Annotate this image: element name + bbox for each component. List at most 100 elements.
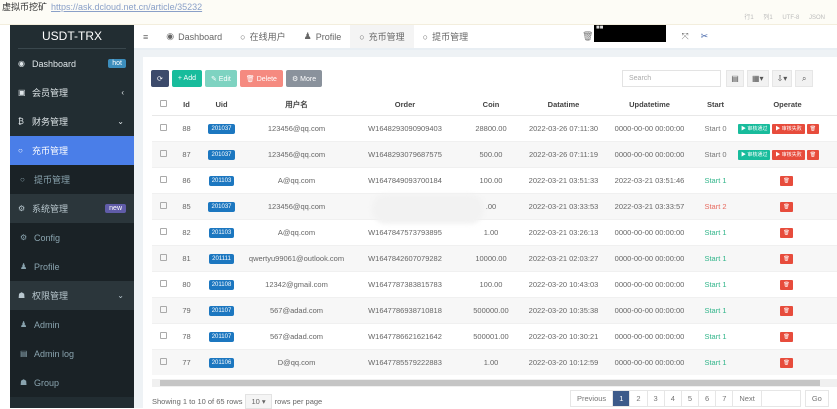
row-checkbox[interactable]	[159, 253, 167, 261]
updatetime-cell: 0000-00-00 00:00:00	[606, 270, 693, 297]
trash-icon[interactable]: 🗑	[582, 31, 593, 41]
circle-icon: ○	[18, 146, 23, 155]
row-checkbox[interactable]	[159, 305, 167, 313]
delete-row-button[interactable]: 🗑	[806, 123, 820, 134]
delete-row-button[interactable]: 🗑	[780, 357, 793, 368]
search-input[interactable]: Search	[622, 70, 721, 87]
user-cell: 12342@gmail.com	[244, 270, 349, 297]
search-button[interactable]: ⌕	[795, 70, 814, 87]
uid-badge[interactable]: 201103	[208, 175, 235, 186]
go-button[interactable]: Go	[804, 390, 829, 407]
reject-button[interactable]: ▶ 审核失败	[772, 123, 805, 134]
export-button[interactable]: ⇩▾	[771, 70, 793, 87]
column-header[interactable]: Start	[693, 95, 738, 116]
column-header[interactable]: Id	[174, 95, 199, 116]
status-cell: Start 1	[693, 296, 738, 323]
delete-row-button[interactable]: 🗑	[780, 279, 793, 290]
sidebar-item-2[interactable]: ₿ 财务管理 ⌄	[10, 107, 134, 136]
add-button[interactable]: + Add	[171, 70, 202, 87]
more-button[interactable]: ⚙ More	[285, 70, 323, 87]
page-size-select[interactable]: 10 ▾	[245, 394, 272, 409]
page-7[interactable]: 7	[715, 390, 734, 407]
edit-button[interactable]: ✎ Edit	[204, 70, 237, 87]
uid-badge[interactable]: 201037	[208, 149, 235, 160]
status-cell: Start 1	[693, 270, 738, 297]
uid-badge[interactable]: 201037	[208, 201, 235, 212]
horizontal-scrollbar[interactable]	[152, 379, 837, 387]
approve-button[interactable]: ▶ 审核通过	[738, 149, 771, 160]
sidebar-item-5[interactable]: ⚙ 系统管理 new	[10, 194, 134, 223]
select-all-checkbox[interactable]	[159, 100, 167, 108]
uid-badge[interactable]: 201106	[208, 357, 235, 368]
approve-button[interactable]: ▶ 审核通过	[738, 123, 771, 134]
row-checkbox[interactable]	[159, 227, 167, 235]
id-cell: 78	[174, 322, 199, 349]
row-checkbox[interactable]	[159, 175, 167, 183]
updatetime-cell: 0000-00-00 00:00:00	[606, 140, 693, 167]
sidebar-item-11[interactable]: ☗ Group	[10, 368, 134, 397]
uid-badge[interactable]: 201107	[208, 331, 235, 342]
sidebar-item-0[interactable]: ◉ Dashboard hot	[10, 49, 134, 78]
delete-row-button[interactable]: 🗑	[806, 149, 820, 160]
uid-badge[interactable]: 201107	[208, 305, 235, 316]
datetime-cell: 2022-03-20 10:30:21	[521, 322, 606, 349]
toggle-view-button[interactable]: ▤	[726, 70, 744, 87]
tab-label: Profile	[315, 31, 342, 42]
row-checkbox[interactable]	[159, 331, 167, 339]
tab-2[interactable]: ♟ Profile	[295, 25, 351, 48]
sidebar-item-4[interactable]: ○ 提币管理	[10, 165, 134, 194]
user-icon: ♟	[20, 262, 28, 271]
order-cell: W1648293079687575	[349, 140, 461, 167]
column-header[interactable]: Order	[349, 95, 461, 116]
uid-badge[interactable]: 201103	[208, 227, 235, 238]
page-previous[interactable]: Previous	[570, 390, 614, 407]
sidebar-item-8[interactable]: ☗ 权限管理 ⌄	[10, 281, 134, 310]
sidebar-item-6[interactable]: ⚙ Config	[10, 223, 134, 252]
sidebar-item-9[interactable]: ♟ Admin	[10, 310, 134, 339]
tab-1[interactable]: ○ 在线用户	[231, 25, 294, 48]
delete-row-button[interactable]: 🗑	[780, 175, 793, 186]
menu-toggle[interactable]: ≡	[134, 25, 157, 48]
delete-row-button[interactable]: 🗑	[780, 201, 793, 212]
delete-row-button[interactable]: 🗑	[780, 227, 793, 238]
column-header[interactable]: Operate	[738, 95, 837, 116]
page-5[interactable]: 5	[680, 390, 700, 407]
theme-icon[interactable]: ✂	[701, 31, 709, 41]
fullscreen-icon[interactable]: ⤧	[681, 31, 688, 41]
column-header[interactable]: Uid	[199, 95, 244, 116]
delete-row-button[interactable]: 🗑	[780, 331, 793, 342]
row-checkbox[interactable]	[159, 279, 167, 287]
page-6[interactable]: 6	[698, 390, 717, 407]
columns-button[interactable]: ▦▾	[747, 70, 769, 87]
row-checkbox[interactable]	[159, 357, 167, 365]
sidebar-item-7[interactable]: ♟ Profile	[10, 252, 134, 281]
sidebar-item-10[interactable]: ▤ Admin log	[10, 339, 134, 368]
uid-badge[interactable]: 201108	[208, 279, 235, 290]
page-next[interactable]: Next	[732, 390, 762, 407]
page-2[interactable]: 2	[629, 390, 648, 407]
page-1[interactable]: 1	[612, 390, 631, 407]
column-header[interactable]: 用户名	[244, 95, 349, 116]
sidebar-item-3[interactable]: ○ 充币管理	[10, 136, 134, 165]
row-checkbox[interactable]	[159, 123, 167, 131]
sidebar-item-1[interactable]: ▣ 会员管理 ‹	[10, 78, 134, 107]
tab-0[interactable]: ◉ Dashboard	[157, 25, 231, 48]
page-4[interactable]: 4	[663, 390, 682, 407]
reject-button[interactable]: ▶ 审核失败	[772, 149, 805, 160]
tab-4[interactable]: ○ 提币管理	[414, 25, 477, 48]
column-header[interactable]: Updatetime	[606, 95, 693, 116]
page-jump-input[interactable]	[760, 390, 801, 407]
delete-row-button[interactable]: 🗑	[780, 253, 793, 264]
row-checkbox[interactable]	[159, 201, 167, 209]
uid-badge[interactable]: 201111	[209, 253, 234, 264]
article-link[interactable]: https://ask.dcloud.net.cn/article/35232	[51, 2, 202, 12]
refresh-button[interactable]: ⟳	[151, 70, 169, 87]
column-header[interactable]: Coin	[461, 95, 521, 116]
tab-3[interactable]: ○ 充币管理	[350, 25, 414, 48]
column-header[interactable]: Datatime	[521, 95, 606, 116]
delete-button[interactable]: 🗑 Delete	[239, 70, 283, 87]
delete-row-button[interactable]: 🗑	[780, 305, 793, 316]
row-checkbox[interactable]	[159, 149, 167, 157]
page-3[interactable]: 3	[646, 390, 665, 407]
uid-badge[interactable]: 201037	[208, 123, 235, 134]
